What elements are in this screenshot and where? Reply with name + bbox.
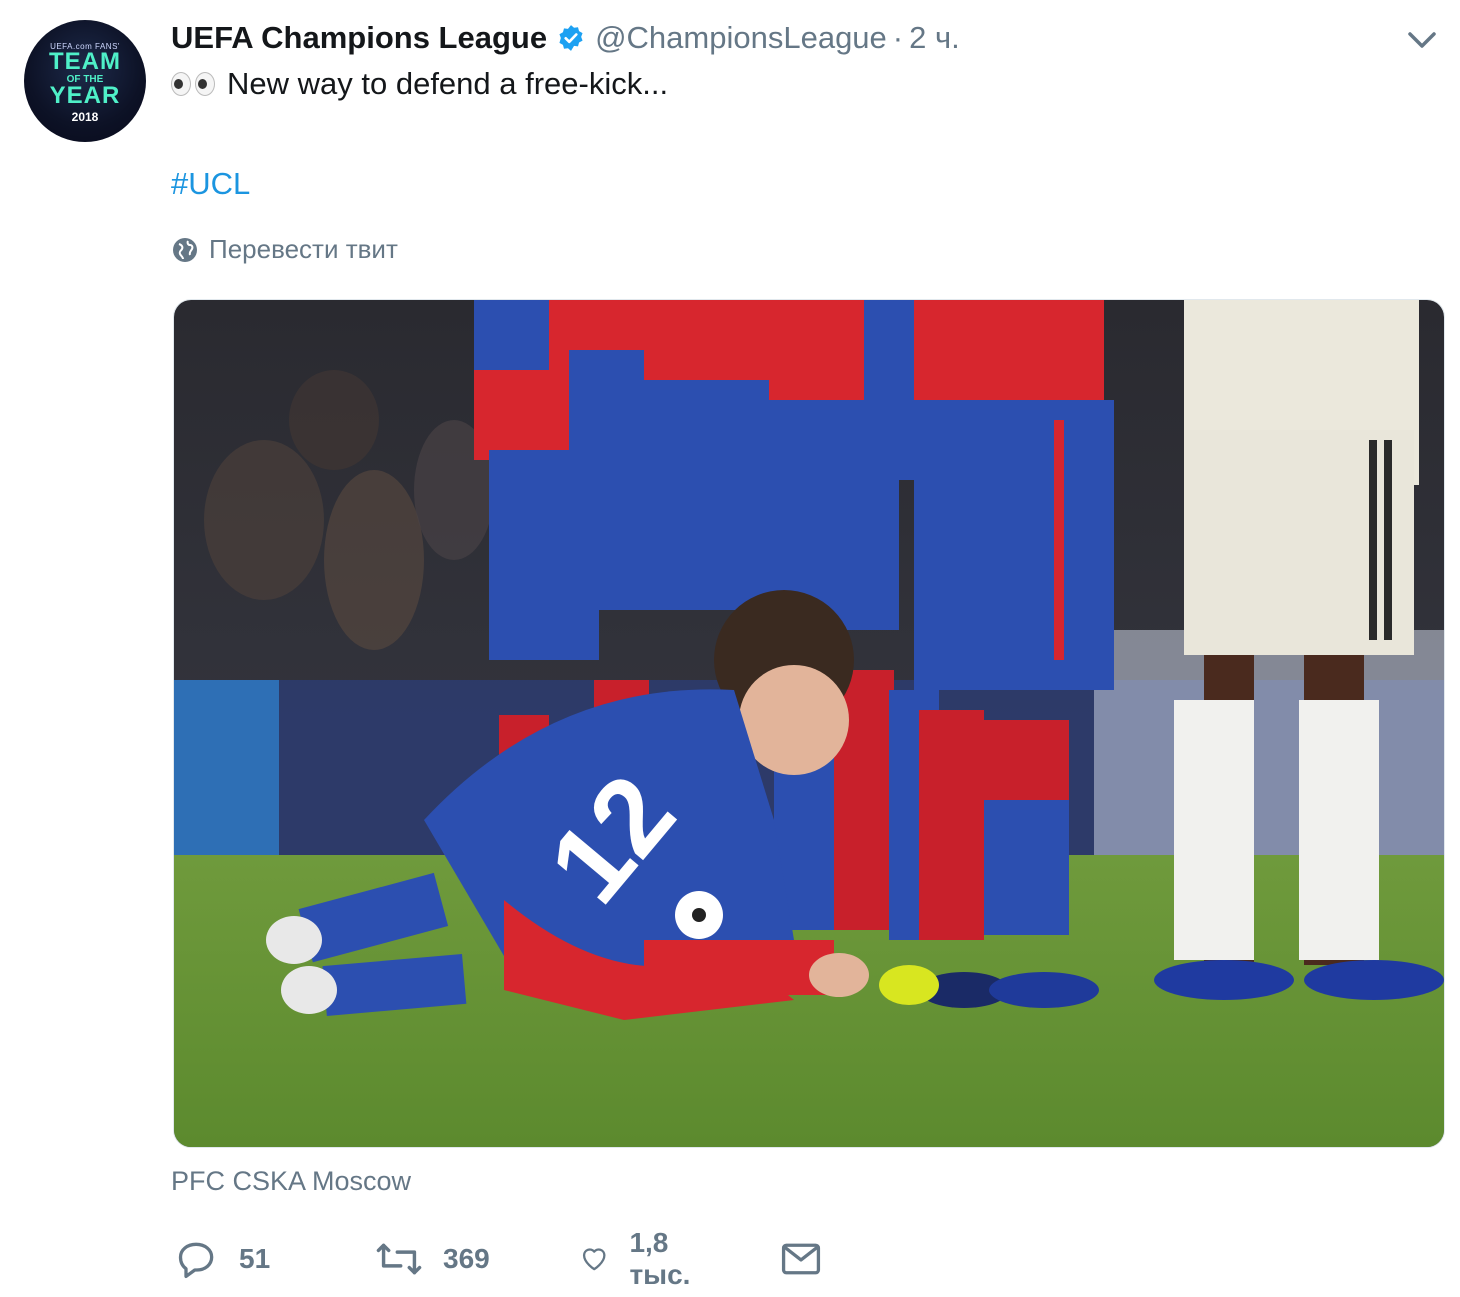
retweet-icon xyxy=(376,1243,422,1275)
tweet-timestamp[interactable]: 2 ч. xyxy=(909,20,960,56)
avatar-line-year: YEAR xyxy=(49,82,121,109)
like-count: 1,8 тыс. xyxy=(629,1227,691,1290)
photo-free-kick-wall: 12 xyxy=(174,300,1444,1147)
avatar-line-team: TEAM xyxy=(49,48,121,75)
reply-button[interactable]: 51 xyxy=(175,1234,270,1284)
chevron-down-icon[interactable] xyxy=(1404,26,1440,54)
tweet-photo[interactable]: 12 xyxy=(173,299,1445,1148)
tweet-text-content: New way to defend a free-kick... xyxy=(227,66,669,101)
media-attribution[interactable]: PFC CSKA Moscow xyxy=(171,1166,411,1197)
account-name[interactable]: UEFA Champions League xyxy=(171,20,547,56)
eyes-emoji-icon xyxy=(171,72,215,96)
heart-icon xyxy=(582,1248,606,1271)
direct-message-button[interactable] xyxy=(779,1234,823,1284)
avatar[interactable]: UEFA.com FANS' TEAM OF THE YEAR 2018 xyxy=(24,20,146,142)
like-button[interactable]: 1,8 тыс. xyxy=(579,1227,704,1290)
globe-icon xyxy=(173,237,197,262)
avatar-year: 2018 xyxy=(71,110,99,124)
verified-badge-icon xyxy=(559,25,583,51)
tweet-header: UEFA Champions League @ChampionsLeague ·… xyxy=(171,16,960,60)
translate-label: Перевести твит xyxy=(209,234,398,264)
retweet-button[interactable]: 369 xyxy=(375,1234,490,1284)
hashtag-link[interactable]: #UCL xyxy=(171,166,250,202)
account-handle[interactable]: @ChampionsLeague xyxy=(595,20,887,56)
retweet-count: 369 xyxy=(443,1243,490,1274)
separator-dot: · xyxy=(892,20,904,55)
envelope-icon xyxy=(781,1243,821,1275)
reply-count: 51 xyxy=(239,1243,271,1274)
tweet-text: New way to defend a free-kick... xyxy=(171,66,668,102)
reply-icon xyxy=(178,1242,214,1279)
translate-tweet-link[interactable]: Перевести твит xyxy=(171,234,398,265)
